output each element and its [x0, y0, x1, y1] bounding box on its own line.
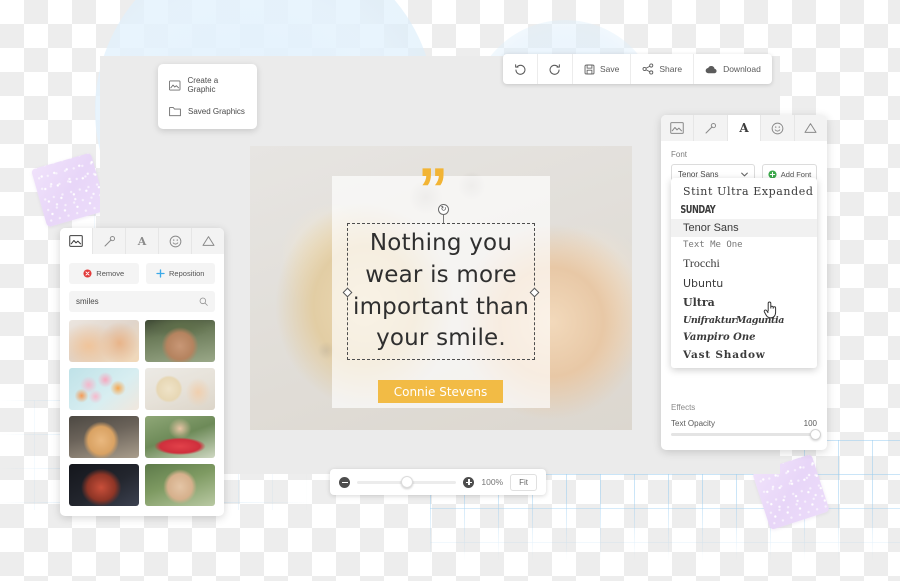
app-root: ” ↻ Nothing you wear is more important t…	[0, 0, 900, 581]
remove-label: Remove	[96, 269, 125, 278]
save-button[interactable]: Save	[573, 54, 632, 84]
rotate-handle[interactable]: ↻	[438, 204, 449, 215]
fit-button[interactable]: Fit	[510, 473, 537, 491]
image-icon	[69, 235, 83, 247]
reposition-label: Reposition	[169, 269, 205, 278]
search-icon	[199, 297, 208, 306]
image-search-row[interactable]	[69, 291, 215, 312]
font-option[interactable]: Trocchi	[671, 253, 817, 274]
undo-button[interactable]	[503, 54, 538, 84]
smiley-icon	[771, 122, 784, 134]
font-option[interactable]: SUNDAY	[671, 201, 785, 219]
confetti-square-decoration	[30, 152, 108, 228]
sidebar-item-magic-wand[interactable]	[694, 115, 728, 141]
list-item[interactable]	[145, 320, 215, 362]
undo-icon	[515, 64, 526, 75]
font-option[interactable]: Vast Shadow	[671, 346, 817, 364]
text-opacity-value: 100	[803, 419, 817, 428]
menu-item-saved-graphics[interactable]: Saved Graphics	[158, 100, 257, 123]
image-icon	[670, 122, 684, 134]
font-option[interactable]: Stint Ultra Expanded	[671, 182, 817, 201]
right-panel-tabs: A	[661, 115, 827, 141]
share-label: Share	[659, 64, 683, 74]
font-option[interactable]: UnifrakturMaguntia	[671, 312, 817, 329]
left-image-panel: A Remove Reposition smiles	[60, 228, 224, 516]
triangle-icon	[201, 236, 215, 246]
plus-icon	[156, 269, 165, 278]
zoom-in-button[interactable]	[463, 476, 475, 488]
remove-icon	[83, 269, 92, 278]
sidebar-item-emoji[interactable]	[159, 228, 192, 254]
zoom-out-button[interactable]	[339, 476, 350, 488]
menu-label: Saved Graphics	[188, 107, 245, 116]
download-label: Download	[723, 64, 761, 74]
reposition-button[interactable]: Reposition	[145, 263, 215, 284]
image-results-grid	[60, 312, 224, 515]
list-item[interactable]	[145, 416, 215, 458]
magic-wand-icon	[104, 235, 115, 246]
sidebar-item-image[interactable]	[60, 228, 93, 254]
text-opacity-row: Text Opacity 100	[671, 419, 817, 428]
share-button[interactable]: Share	[631, 54, 695, 84]
list-item[interactable]	[69, 320, 139, 362]
text-a-icon: A	[137, 234, 147, 248]
zoom-slider[interactable]	[357, 476, 457, 488]
create-graphic-menu: Create a Graphic Saved Graphics	[158, 64, 257, 129]
sidebar-item-shape[interactable]	[795, 115, 827, 141]
sidebar-item-magic-wand[interactable]	[93, 228, 126, 254]
hand-cursor-icon	[763, 301, 777, 319]
cloud-download-icon	[705, 65, 717, 73]
right-text-panel: A Font Tenor Sans Add Font Stint Ultra E…	[661, 115, 827, 450]
image-icon	[169, 80, 181, 90]
list-item[interactable]	[69, 464, 139, 506]
menu-label: Create a Graphic	[187, 76, 219, 94]
save-label: Save	[600, 64, 620, 74]
text-a-icon: A	[739, 121, 749, 135]
list-item[interactable]	[145, 368, 215, 410]
sidebar-item-text[interactable]: A	[126, 228, 159, 254]
quote-text: Nothing you wear is more important than …	[352, 230, 529, 352]
effects-label: Effects	[671, 403, 696, 412]
text-selection-box[interactable]: Nothing you wear is more important than …	[342, 223, 540, 360]
sidebar-item-text[interactable]: A	[727, 115, 762, 141]
font-dropdown-list: Stint Ultra Expanded SUNDAY Tenor Sans T…	[671, 178, 817, 368]
save-disk-icon	[584, 64, 595, 74]
redo-button[interactable]	[538, 54, 573, 84]
list-item[interactable]	[69, 368, 139, 410]
author-banner[interactable]: Connie Stevens	[378, 380, 503, 403]
font-option[interactable]: Text Me One	[671, 237, 817, 253]
text-opacity-label: Text Opacity	[671, 419, 716, 428]
redo-icon	[549, 64, 560, 75]
list-item[interactable]	[145, 464, 215, 506]
sidebar-item-shape[interactable]	[192, 228, 224, 254]
sidebar-item-image[interactable]	[661, 115, 695, 141]
design-canvas[interactable]: ” ↻ Nothing you wear is more important t…	[250, 146, 632, 430]
font-option[interactable]: Ubuntu	[671, 274, 817, 293]
zoom-percent-label: 100%	[481, 477, 504, 487]
rotate-handle-stem	[443, 215, 444, 223]
left-panel-tabs: A	[60, 228, 224, 254]
share-icon	[642, 63, 654, 75]
search-input[interactable]	[76, 297, 199, 306]
sidebar-item-emoji[interactable]	[761, 115, 795, 141]
smiley-icon	[169, 235, 181, 247]
download-button[interactable]: Download	[694, 54, 772, 84]
top-toolbar: Save Share Download	[503, 54, 772, 84]
chevron-down-icon	[741, 172, 748, 176]
text-opacity-knob[interactable]	[810, 429, 821, 440]
magic-wand-icon	[705, 122, 717, 133]
remove-button[interactable]: Remove	[69, 263, 139, 284]
font-option[interactable]: Ultra	[671, 293, 817, 312]
list-item[interactable]	[69, 416, 139, 458]
font-section-label: Font	[671, 150, 688, 159]
font-option-selected[interactable]: Tenor Sans	[671, 219, 817, 237]
image-action-row: Remove Reposition	[60, 254, 224, 291]
zoom-toolbar: 100% Fit	[330, 469, 546, 495]
zoom-slider-knob[interactable]	[400, 476, 413, 488]
folder-icon	[169, 107, 181, 117]
menu-item-create-graphic[interactable]: Create a Graphic	[158, 70, 257, 100]
font-option[interactable]: Vampiro One	[671, 329, 817, 346]
text-opacity-slider[interactable]	[671, 433, 817, 436]
triangle-icon	[804, 123, 817, 133]
